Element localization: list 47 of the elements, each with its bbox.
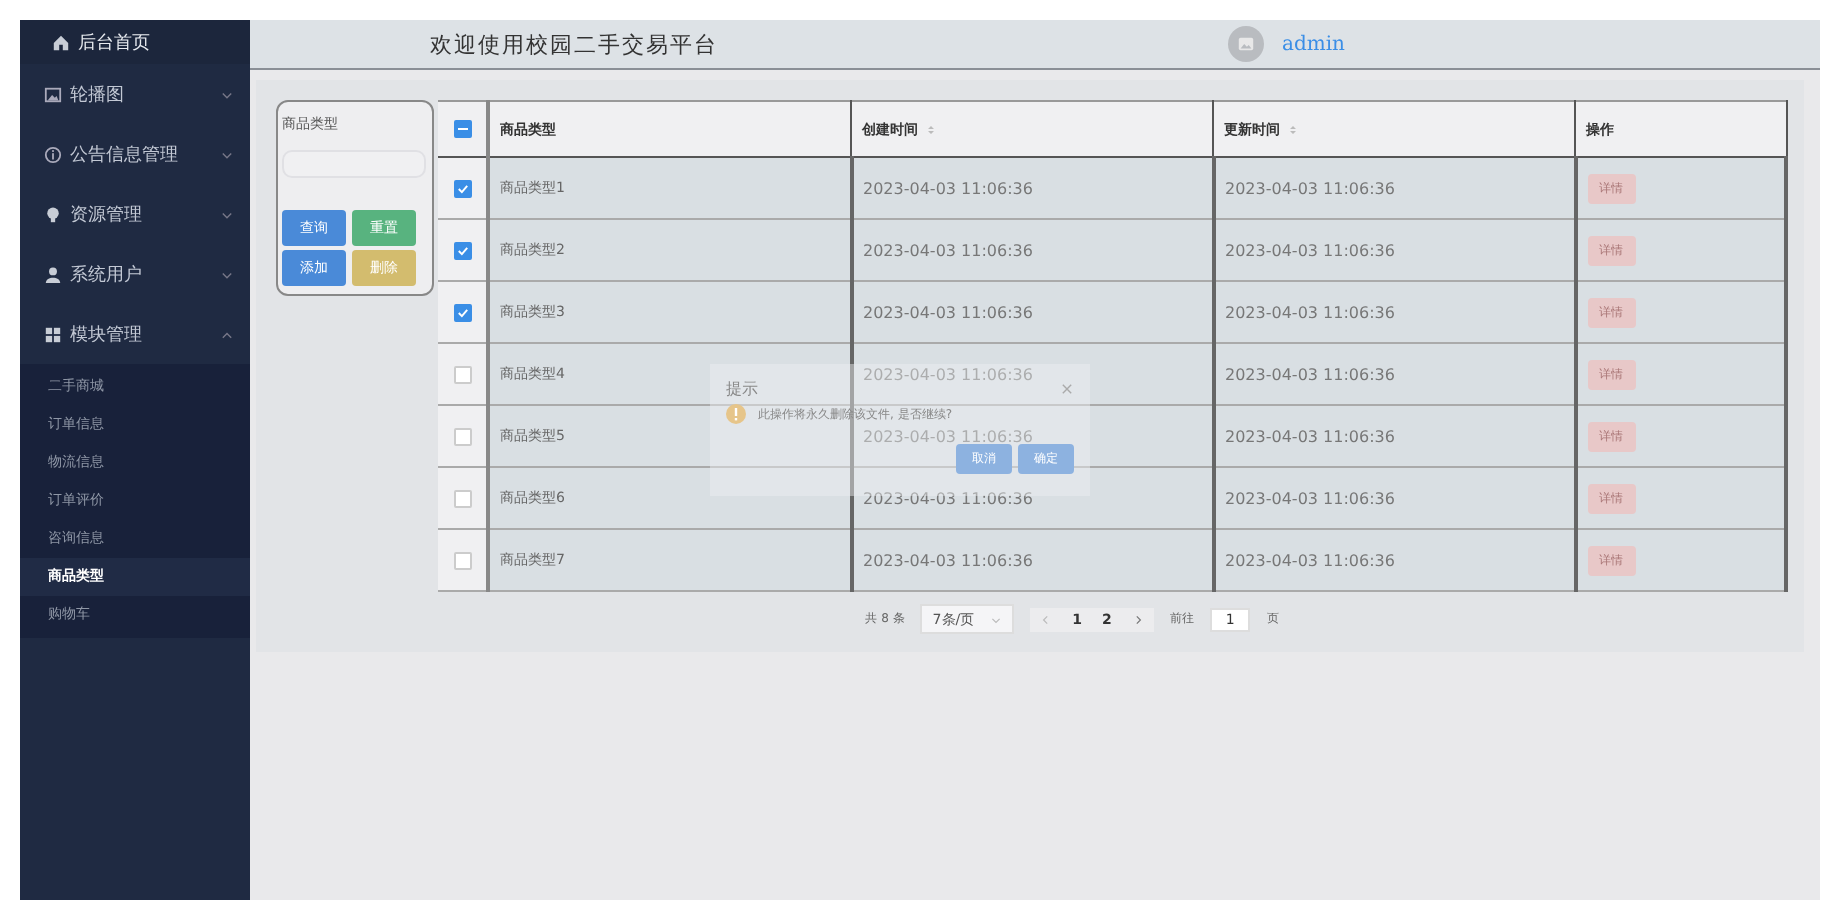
sort-icon xyxy=(1288,123,1298,136)
table-cell: 2023-04-03 11:06:36 xyxy=(1213,219,1575,281)
prev-page-button[interactable] xyxy=(1040,613,1053,625)
table-cell: 2023-04-03 11:06:36 xyxy=(851,219,1213,281)
checkbox[interactable] xyxy=(453,303,471,321)
menu-item[interactable]: 资源管理 xyxy=(20,184,250,244)
menu-item[interactable]: 后台首页 xyxy=(20,20,250,64)
menu-item[interactable]: 轮播图 xyxy=(20,64,250,124)
chevron-down-icon xyxy=(990,613,1003,625)
bulb-icon xyxy=(44,205,62,223)
sort-icon xyxy=(926,123,936,136)
check-icon xyxy=(455,305,469,319)
avatar-icon xyxy=(1228,26,1264,62)
checkbox[interactable] xyxy=(453,241,471,259)
dialog-title: 提示 xyxy=(726,378,758,400)
user-icon xyxy=(44,265,62,283)
checkbox[interactable] xyxy=(453,179,471,197)
table-cell: 2023-04-03 11:06:36 xyxy=(1213,157,1575,219)
next-page-button[interactable] xyxy=(1131,613,1144,625)
table-cell: 2023-04-03 11:06:36 xyxy=(851,281,1213,343)
chevron-left-icon xyxy=(1040,613,1053,625)
home-icon xyxy=(52,33,70,51)
table-cell: 2023-04-03 11:06:36 xyxy=(1213,467,1575,529)
close-icon xyxy=(1060,382,1074,396)
warning-icon xyxy=(726,404,746,424)
table-cell: 2023-04-03 11:06:36 xyxy=(851,157,1213,219)
table-cell: 2023-04-03 11:06:36 xyxy=(1213,529,1575,591)
menu-item[interactable]: 模块管理 xyxy=(20,304,250,364)
check-icon xyxy=(455,243,469,257)
chevron-right-icon xyxy=(1131,613,1144,625)
checkbox[interactable] xyxy=(453,551,471,569)
grid-icon xyxy=(44,325,62,343)
menu-item[interactable]: 公告信息管理 xyxy=(20,124,250,184)
check-icon xyxy=(455,181,469,195)
checkbox[interactable] xyxy=(453,489,471,507)
image-icon xyxy=(44,85,62,103)
menu-item[interactable]: 系统用户 xyxy=(20,244,250,304)
table-cell: 2023-04-03 11:06:36 xyxy=(851,529,1213,591)
checkbox[interactable] xyxy=(453,365,471,383)
checkbox[interactable] xyxy=(453,427,471,445)
site-title: 欢迎使用校园二手交易平台 xyxy=(430,29,718,59)
table-cell: 2023-04-03 11:06:36 xyxy=(851,343,1213,405)
checkbox[interactable] xyxy=(453,120,471,138)
table-cell: 2023-04-03 11:06:36 xyxy=(1213,405,1575,467)
table-cell: 2023-04-03 11:06:36 xyxy=(1213,343,1575,405)
info-icon xyxy=(44,145,62,163)
table-cell: 2023-04-03 11:06:36 xyxy=(1213,281,1575,343)
